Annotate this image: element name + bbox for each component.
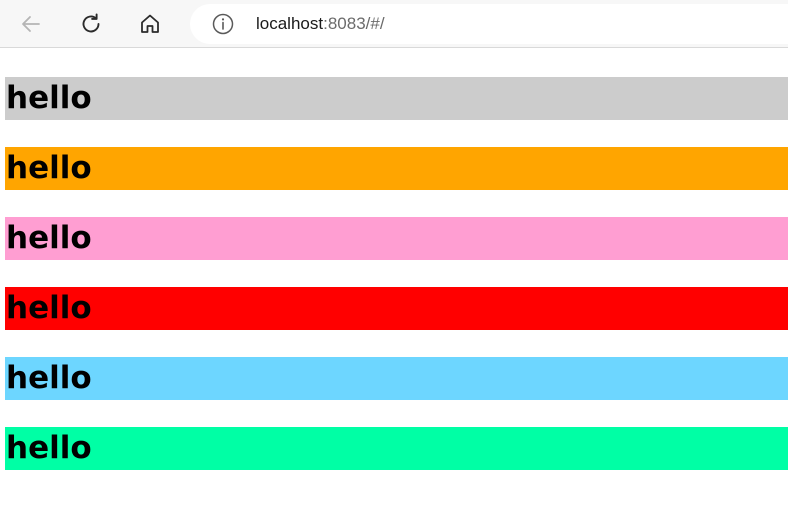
page-content: hello hello hello hello hello hello	[0, 49, 788, 519]
hello-bar-gray: hello	[5, 77, 788, 120]
reload-icon	[82, 13, 100, 33]
hello-bar-orange: hello	[5, 147, 788, 190]
url-host: localhost	[256, 14, 324, 33]
site-info-button[interactable]	[212, 13, 234, 35]
reload-button[interactable]	[73, 6, 109, 42]
info-icon	[212, 13, 234, 35]
home-button[interactable]	[132, 6, 168, 42]
hello-bar-pink: hello	[5, 217, 788, 260]
url-text[interactable]: localhost:8083/#/	[256, 13, 385, 35]
hello-bar-blue: hello	[5, 357, 788, 400]
browser-toolbar: localhost:8083/#/	[0, 0, 788, 48]
hello-bar-green: hello	[5, 427, 788, 470]
url-path: :8083/#/	[323, 14, 385, 33]
back-arrow-icon	[22, 16, 40, 32]
address-bar[interactable]: localhost:8083/#/	[190, 4, 788, 44]
back-button[interactable]	[13, 6, 49, 42]
hello-bar-red: hello	[5, 287, 788, 330]
home-icon	[141, 14, 159, 33]
